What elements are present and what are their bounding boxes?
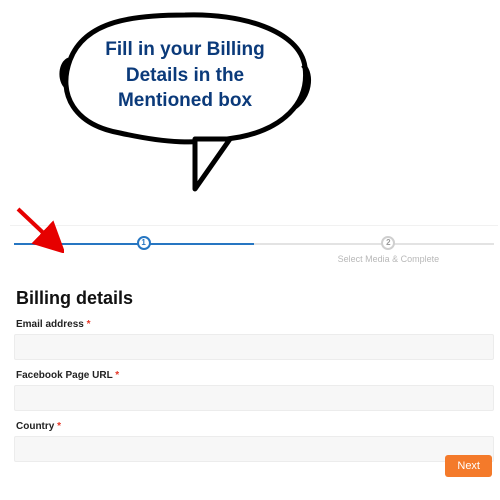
billing-form-panel: 1 2 Select Media & Complete Billing deta…	[10, 225, 498, 480]
next-button[interactable]: Next	[445, 455, 492, 477]
instruction-line: Fill in your Billing	[75, 37, 295, 63]
instruction-line: Details in the	[75, 63, 295, 89]
step-2-node: 2	[381, 236, 395, 250]
country-field[interactable]	[14, 436, 494, 462]
email-label-text: Email address	[16, 319, 84, 330]
facebook-url-field[interactable]	[14, 385, 494, 411]
country-select-wrap	[14, 436, 494, 462]
instruction-line: Mentioned box	[75, 88, 295, 114]
stepper-track-inactive	[254, 243, 494, 245]
email-field[interactable]	[14, 334, 494, 360]
facebook-url-label: Facebook Page URL *	[16, 370, 494, 381]
red-arrow-icon	[12, 203, 64, 253]
email-label: Email address *	[16, 319, 494, 330]
step-2-caption: Select Media & Complete	[318, 254, 458, 264]
required-mark: *	[87, 319, 91, 330]
required-mark: *	[115, 370, 119, 381]
facebook-url-label-text: Facebook Page URL	[16, 370, 113, 381]
section-title: Billing details	[16, 288, 494, 309]
country-label-text: Country	[16, 421, 54, 432]
instruction-text: Fill in your Billing Details in the Ment…	[75, 37, 295, 114]
step-1-node: 1	[137, 236, 151, 250]
country-label: Country *	[16, 421, 494, 432]
instruction-callout: Fill in your Billing Details in the Ment…	[45, 5, 325, 200]
progress-stepper: 1 2 Select Media & Complete	[14, 240, 494, 268]
required-mark: *	[57, 421, 61, 432]
